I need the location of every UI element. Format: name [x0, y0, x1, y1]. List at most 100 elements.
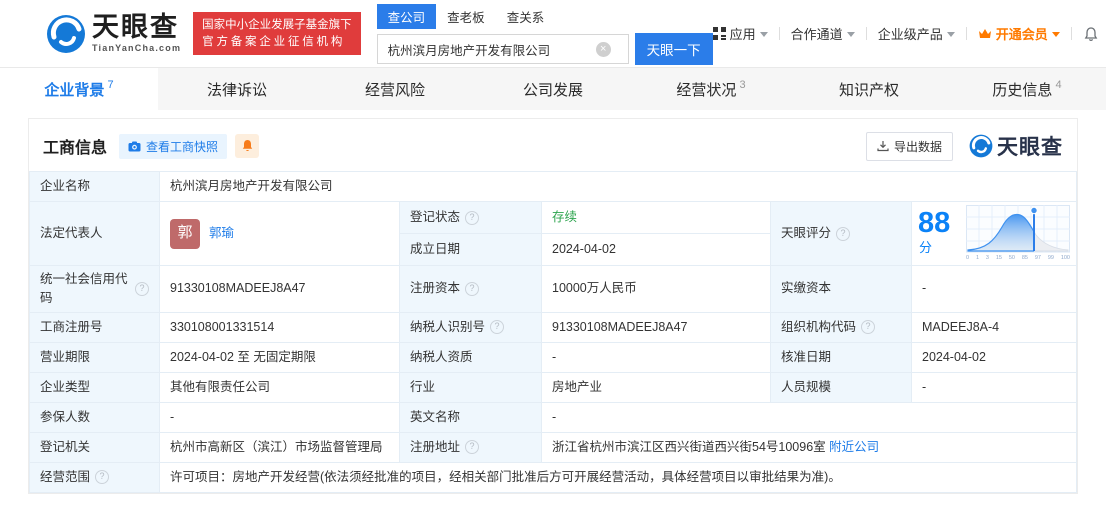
search-tab-relation[interactable]: 查关系 — [496, 4, 556, 29]
help-icon[interactable] — [465, 440, 480, 454]
tab-company-development[interactable]: 公司发展 — [474, 68, 632, 110]
legal-rep-value: 郭 郭瑜 — [160, 202, 400, 266]
search-input[interactable] — [376, 34, 629, 64]
nav-partner-label: 合作通道 — [790, 27, 843, 42]
table-row: 统一社会信用代码 91330108MADEEJ8A47 注册资本 10000万人… — [30, 266, 1077, 313]
field-label: 统一社会信用代码 — [30, 266, 160, 313]
brand-domain: TianYanCha.com — [92, 43, 182, 53]
table-row: 营业期限 2024-04-02 至 无固定期限 纳税人资质 - 核准日期 202… — [30, 342, 1077, 373]
search-button[interactable]: 天眼一下 — [634, 33, 713, 65]
nav-vip[interactable]: 开通会员 — [978, 24, 1060, 43]
top-nav: 应用 合作通道 企业级产品 开通会员 — [712, 24, 1106, 43]
reg-capital-value: 10000万人民币 — [542, 266, 771, 313]
search-tab-company[interactable]: 查公司 — [376, 4, 437, 29]
org-code-value: MADEEJ8A-4 — [912, 312, 1077, 343]
table-row: 经营范围 许可项目：房地产开发经营(依法须经批准的项目，经相关部门批准后方可开展… — [30, 462, 1077, 493]
divider — [965, 27, 967, 40]
help-icon[interactable] — [836, 226, 851, 241]
score-number: 88 — [918, 207, 951, 240]
field-label: 人员规模 — [771, 372, 912, 403]
snapshot-button[interactable]: 查看工商快照 — [119, 133, 228, 159]
nav-enterprise-label: 企业级产品 — [877, 27, 943, 42]
company-tabbar: 企业背景 7 法律诉讼 经营风险 公司发展 经营状况 3 知识产权 历史信息 4 — [0, 68, 1106, 110]
help-icon[interactable] — [861, 320, 876, 334]
divider — [865, 27, 867, 40]
field-label: 实缴资本 — [771, 266, 912, 313]
tab-company-background[interactable]: 企业背景 7 — [0, 68, 158, 110]
watermark-label: 天眼查 — [997, 136, 1063, 159]
site-header: 天眼查 TianYanCha.com 国家中小企业发展子基金旗下 官方备案企业征… — [0, 0, 1106, 68]
badge-line1: 国家中小企业发展子基金旗下 — [202, 18, 352, 31]
tab-label: 经营状况 — [676, 81, 737, 99]
field-label: 注册地址 — [400, 432, 542, 463]
table-row: 企业名称 杭州滨月房地产开发有限公司 — [30, 172, 1077, 202]
english-name-value: - — [542, 402, 1077, 433]
tab-badge: 3 — [739, 79, 746, 91]
taxpayer-id-value: 91330108MADEEJ8A47 — [542, 312, 771, 343]
help-icon[interactable] — [465, 210, 480, 225]
score-chart-ticks: 0 1 3 15 50 85 97 99 100 — [966, 254, 1070, 261]
field-label: 天眼评分 — [771, 202, 912, 266]
tianyancha-watermark: 天眼查 — [969, 131, 1063, 161]
reg-authority-value: 杭州市高新区（滨江）市场监督管理局 — [160, 432, 400, 463]
tianyancha-logo-icon — [969, 134, 993, 158]
field-label: 注册资本 — [400, 266, 542, 313]
field-label: 英文名称 — [400, 402, 542, 433]
tab-history-info[interactable]: 历史信息 4 — [948, 68, 1106, 110]
table-row: 工商注册号 330108001331514 纳税人识别号 91330108MAD… — [30, 312, 1077, 343]
paid-capital-value: - — [912, 266, 1077, 313]
field-label: 经营范围 — [30, 462, 160, 493]
field-label: 纳税人识别号 — [400, 312, 542, 343]
field-label: 企业类型 — [30, 372, 160, 403]
reg-number-value: 330108001331514 — [160, 312, 400, 343]
credit-code-value: 91330108MADEEJ8A47 — [160, 266, 400, 313]
tab-operating-status[interactable]: 经营状况 3 — [632, 68, 790, 110]
tianyancha-logo[interactable]: 天眼查 TianYanCha.com — [46, 14, 181, 54]
company-type-value: 其他有限责任公司 — [160, 372, 400, 403]
clear-icon[interactable]: × — [595, 41, 611, 57]
business-info-table: 企业名称 杭州滨月房地产开发有限公司 法定代表人 郭 郭瑜 登记状态 存续 成立… — [29, 171, 1077, 493]
reg-address-value: 浙江省杭州市滨江区西兴街道西兴街54号10096室 附近公司 — [542, 432, 1077, 463]
staff-size-value: - — [912, 372, 1077, 403]
help-icon[interactable] — [465, 281, 480, 296]
tianyan-score-value: 88分 0 1 3 15 50 85 97 99 100 — [912, 202, 1077, 266]
monitor-bell-chip[interactable] — [235, 134, 260, 158]
field-label: 营业期限 — [30, 342, 160, 373]
tab-intellectual-property[interactable]: 知识产权 — [790, 68, 948, 110]
est-date-value: 2024-04-02 — [542, 234, 771, 266]
nearby-companies-link[interactable]: 附近公司 — [829, 438, 879, 457]
section-title: 工商信息 — [43, 140, 108, 157]
field-label: 核准日期 — [771, 342, 912, 373]
approval-date-value: 2024-04-02 — [912, 342, 1077, 373]
help-icon[interactable] — [95, 470, 110, 484]
table-row: 参保人数 - 英文名称 - — [30, 402, 1077, 433]
export-button-label: 导出数据 — [893, 139, 942, 154]
nav-enterprise[interactable]: 企业级产品 — [878, 24, 955, 43]
bell-icon — [241, 139, 254, 153]
chevron-down-icon — [759, 32, 768, 37]
chevron-down-icon — [1051, 32, 1060, 37]
export-data-button[interactable]: 导出数据 — [865, 131, 953, 161]
divider — [778, 27, 780, 40]
nav-notifications[interactable] — [1083, 26, 1099, 42]
tab-legal-proceedings[interactable]: 法律诉讼 — [158, 68, 316, 110]
field-label: 行业 — [400, 372, 542, 403]
avatar[interactable]: 郭 — [170, 218, 200, 249]
nav-apps[interactable]: 应用 — [712, 24, 768, 43]
tab-label: 历史信息 — [992, 81, 1053, 99]
bell-icon — [1083, 26, 1099, 42]
section-header: 工商信息 查看工商快照 导出数据 天眼查 — [29, 119, 1077, 171]
score-marker-pin — [1030, 206, 1038, 215]
search-tab-boss[interactable]: 查老板 — [436, 4, 496, 29]
help-icon[interactable] — [490, 320, 505, 334]
legal-rep-link[interactable]: 郭瑜 — [209, 224, 234, 243]
reg-status-value: 存续 — [542, 202, 771, 234]
help-icon[interactable] — [135, 281, 149, 296]
nav-vip-label: 开通会员 — [995, 27, 1048, 42]
tab-operational-risk[interactable]: 经营风险 — [316, 68, 474, 110]
industry-value: 房地产业 — [542, 372, 771, 403]
taxpayer-quality-value: - — [542, 342, 771, 373]
chevron-down-icon — [846, 32, 855, 37]
nav-apps-label: 应用 — [729, 27, 756, 42]
nav-partner[interactable]: 合作通道 — [791, 24, 855, 43]
